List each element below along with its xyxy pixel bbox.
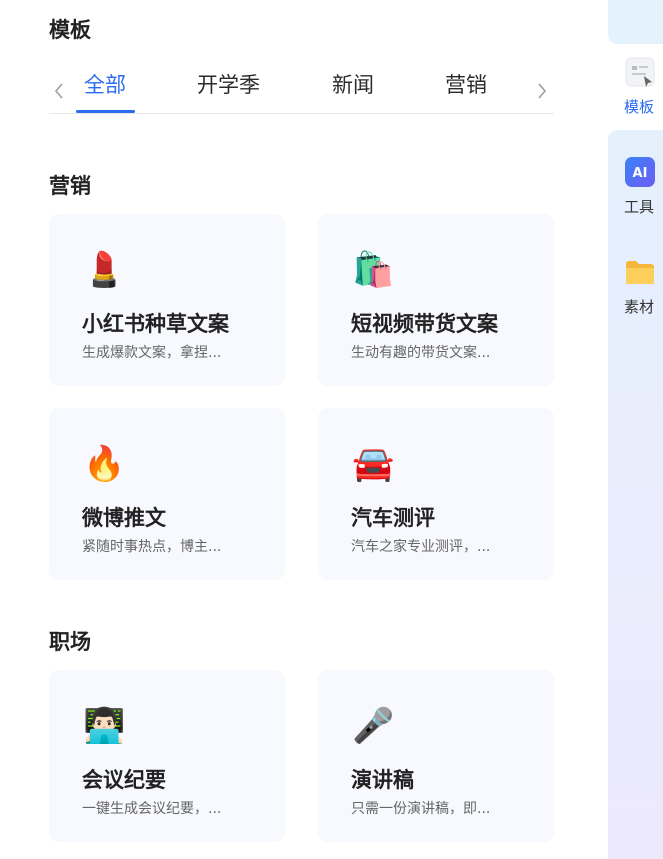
rail-top-segment [608, 0, 663, 44]
shopping-bags-icon: 🛍️ [352, 250, 395, 290]
section-title-marketing: 营销 [49, 174, 91, 198]
card-title: 微博推文 [82, 506, 166, 530]
tab-news[interactable]: 新闻 [332, 70, 374, 100]
fire-icon: 🔥 [83, 444, 126, 484]
panel-title: 模板 [49, 18, 91, 42]
rail-label: 模板 [623, 98, 654, 116]
card-title: 短视频带货文案 [351, 312, 498, 336]
ai-icon-text: AI [633, 166, 648, 181]
category-tabs: 全部 开学季 新闻 营销 [49, 62, 554, 114]
card-description: 生动有趣的带货文案... [351, 345, 491, 361]
template-icon [624, 56, 656, 88]
microphone-icon: 🎤 [352, 706, 395, 746]
template-card-speech[interactable]: 🎤 演讲稿 只需一份演讲稿，即... [318, 670, 554, 842]
card-description: 生成爆款文案，拿捏... [82, 345, 222, 361]
ai-icon: AI [624, 156, 656, 188]
tab-all[interactable]: 全部 [84, 70, 126, 100]
template-card-short-video[interactable]: 🛍️ 短视频带货文案 生动有趣的带货文案... [318, 214, 554, 386]
template-card-car-review[interactable]: 🚘 汽车测评 汽车之家专业测评，... [318, 408, 554, 580]
card-description: 只需一份演讲稿，即... [351, 801, 491, 817]
template-card-xiaohongshu[interactable]: 💄 小红书种草文案 生成爆款文案，拿捏... [49, 214, 285, 386]
rail-item-template[interactable]: 模板 [608, 54, 663, 120]
side-rail: 模板 AI 工具 素材 [608, 0, 663, 859]
active-tab-indicator [76, 110, 135, 113]
chevron-right-icon[interactable] [536, 82, 550, 100]
card-title: 会议纪要 [82, 768, 166, 792]
folder-icon [624, 256, 656, 288]
technologist-icon: 👨🏻‍💻 [83, 706, 126, 746]
card-description: 一键生成会议纪要，... [82, 801, 222, 817]
chevron-left-icon[interactable] [53, 82, 67, 100]
card-title: 小红书种草文案 [82, 312, 229, 336]
tab-back-to-school[interactable]: 开学季 [197, 70, 260, 100]
car-icon: 🚘 [352, 444, 395, 484]
tab-marketing[interactable]: 营销 [445, 70, 487, 100]
card-description: 汽车之家专业测评，... [351, 539, 491, 555]
rail-item-tools[interactable]: AI 工具 [608, 156, 663, 218]
app-root: 模板 全部 开学季 新闻 营销 营销 💄 小红书种草文案 生成爆款文案，拿捏..… [0, 0, 663, 859]
template-card-meeting-notes[interactable]: 👨🏻‍💻 会议纪要 一键生成会议纪要，... [49, 670, 285, 842]
card-title: 汽车测评 [351, 506, 435, 530]
rail-bottom-segment [608, 130, 663, 859]
section-title-workplace: 职场 [49, 630, 91, 654]
rail-label: 素材 [623, 298, 654, 316]
rail-item-materials[interactable]: 素材 [608, 256, 663, 318]
template-panel: 模板 全部 开学季 新闻 营销 营销 💄 小红书种草文案 生成爆款文案，拿捏..… [0, 0, 608, 859]
template-card-weibo[interactable]: 🔥 微博推文 紧随时事热点，博主... [49, 408, 285, 580]
rail-label: 工具 [623, 198, 654, 216]
card-title: 演讲稿 [351, 768, 414, 792]
card-description: 紧随时事热点，博主... [82, 539, 222, 555]
lipstick-icon: 💄 [83, 250, 126, 290]
